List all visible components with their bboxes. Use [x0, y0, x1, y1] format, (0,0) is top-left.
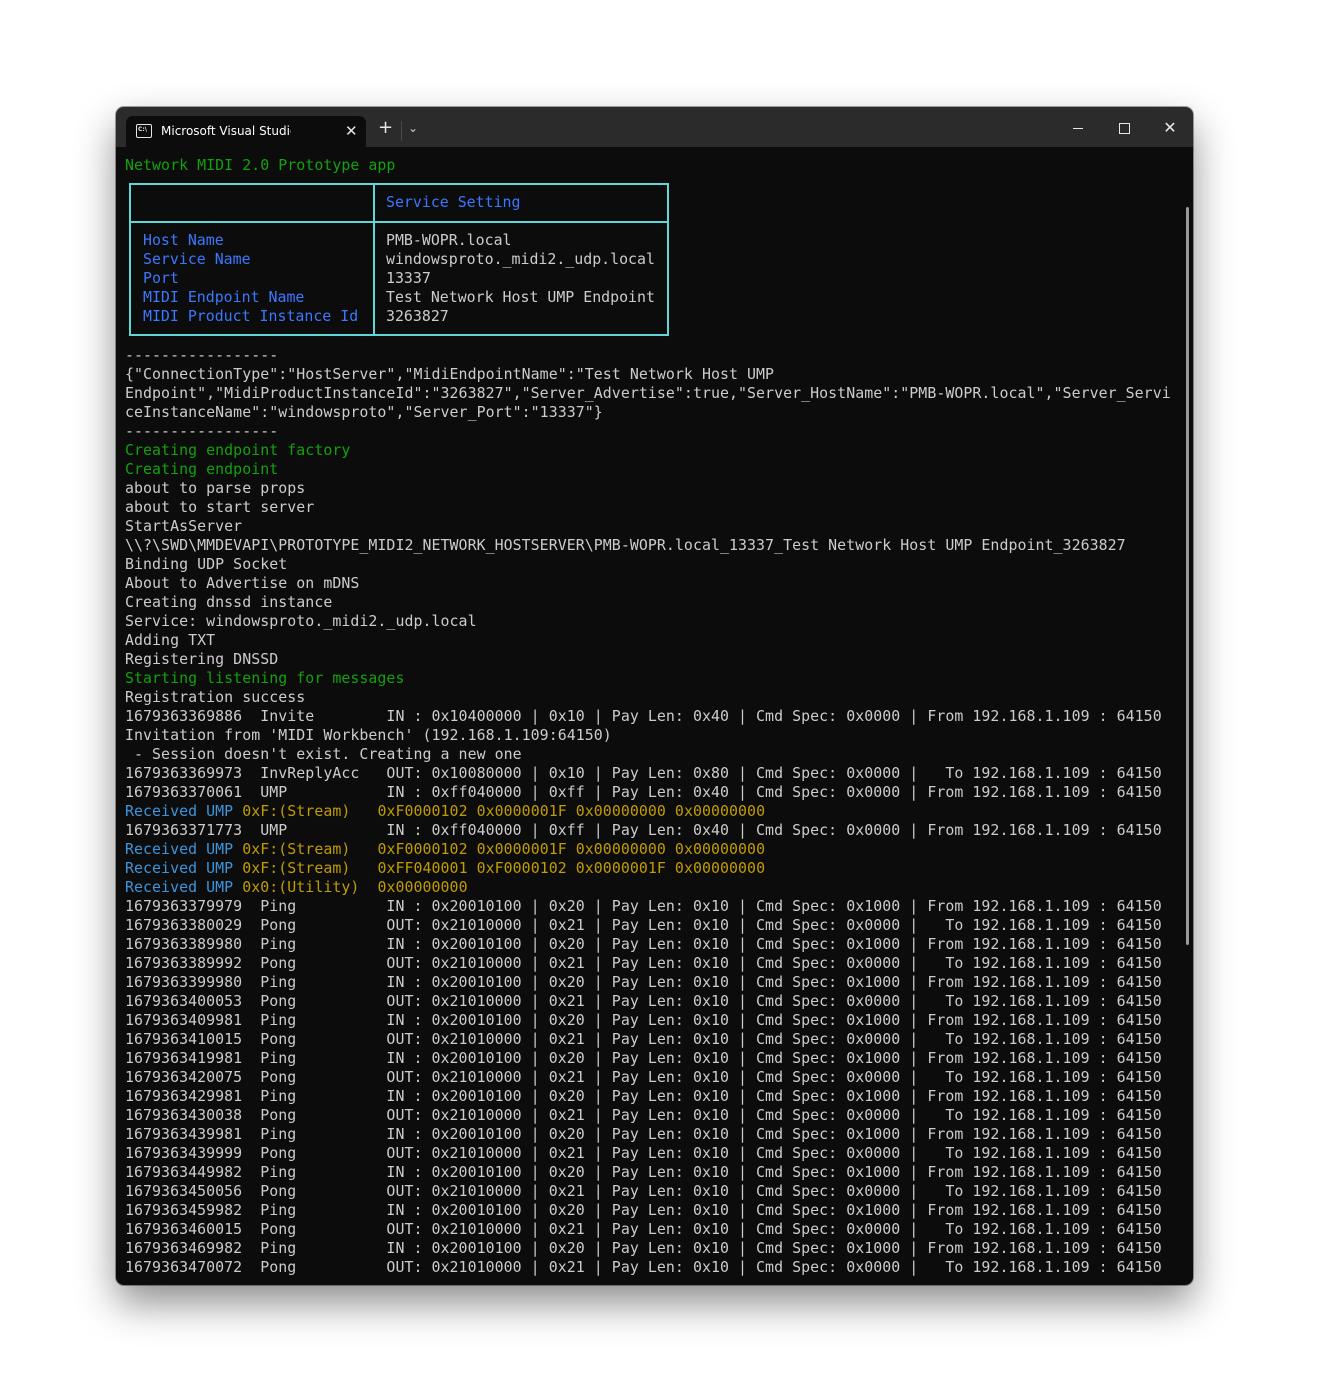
- log-line: \\?\SWD\MMDEVAPI\PROTOTYPE_MIDI2_NETWORK…: [125, 536, 1126, 554]
- log-line: Binding UDP Socket: [125, 555, 288, 573]
- packet-log-line: 1679363380029 Pong OUT: 0x21010000 | 0x2…: [125, 916, 1162, 934]
- setting-value: Test Network Host UMP Endpoint: [386, 288, 655, 306]
- setting-label: Port: [143, 269, 179, 287]
- vertical-scrollbar[interactable]: [1186, 207, 1189, 945]
- log-line: Adding TXT: [125, 631, 216, 649]
- ump-kind: 0xF:(Stream): [242, 840, 351, 858]
- log-line: Creating endpoint: [125, 460, 279, 478]
- ump-words: 0xF0000102 0x0000001F 0x00000000 0x00000…: [377, 802, 766, 820]
- packet-log-line: 1679363449982 Ping IN : 0x20010100 | 0x2…: [125, 1163, 1162, 1181]
- log-line: Registering DNSSD: [125, 650, 279, 668]
- ump-kind: 0xF:(Stream): [242, 802, 351, 820]
- packet-log-line: 1679363371773 UMP IN : 0xff040000 | 0xff…: [125, 821, 1162, 839]
- separator-bottom: -----------------: [125, 422, 279, 440]
- packet-log-line: 1679363420075 Pong OUT: 0x21010000 | 0x2…: [125, 1068, 1162, 1086]
- table-header-divider: [131, 221, 667, 223]
- log-line: StartAsServer: [125, 517, 243, 535]
- settings-table: Service Setting Host Name PMB-WOPR.local S…: [129, 183, 669, 336]
- packet-log-line: 1679363450056 Pong OUT: 0x21010000 | 0x2…: [125, 1182, 1162, 1200]
- tab-title: Microsoft Visual Studio Debug Console: [161, 124, 291, 138]
- json-line: ceInstanceName":"windowsproto","Server_P…: [125, 403, 603, 421]
- ump-padding: [359, 878, 377, 896]
- ump-words: 0xF0000102 0x0000001F 0x00000000 0x00000…: [377, 840, 766, 858]
- received-ump-line: Received UMP 0xF:(Stream) 0xF0000102 0x0…: [125, 802, 765, 821]
- packet-log-line: 1679363469982 Ping IN : 0x20010100 | 0x2…: [125, 1239, 1162, 1257]
- packet-log-line: 1679363379979 Ping IN : 0x20010100 | 0x2…: [125, 897, 1162, 915]
- ump-prefix: Received UMP: [125, 859, 234, 877]
- log-line: about to parse props: [125, 479, 306, 497]
- packet-log-line: 1679363459982 Ping IN : 0x20010100 | 0x2…: [125, 1201, 1162, 1219]
- packet-log-line: 1679363419981 Ping IN : 0x20010100 | 0x2…: [125, 1049, 1162, 1067]
- maximize-icon: [1118, 122, 1130, 134]
- session-log-line: - Session doesn't exist. Creating a new …: [125, 745, 522, 763]
- ump-prefix: Received UMP: [125, 802, 234, 820]
- minimize-icon: [1073, 127, 1083, 129]
- tab-separator: [401, 121, 402, 141]
- table-header-service-setting: Service Setting: [386, 193, 521, 211]
- new-tab-button[interactable]: +: [378, 117, 393, 138]
- json-line: {"ConnectionType":"HostServer","MidiEndp…: [125, 365, 775, 383]
- packet-log-line: 1679363439981 Ping IN : 0x20010100 | 0x2…: [125, 1125, 1162, 1143]
- received-ump-line: Received UMP 0xF:(Stream) 0xF0000102 0x0…: [125, 840, 765, 859]
- packet-log-line: 1679363389992 Pong OUT: 0x21010000 | 0x2…: [125, 954, 1162, 972]
- ump-padding: [350, 802, 377, 820]
- packet-log-line: 1679363369973 InvReplyAcc OUT: 0x1008000…: [125, 764, 1162, 782]
- setting-label: MIDI Product Instance Id: [143, 307, 359, 325]
- setting-label: Service Name: [143, 250, 251, 268]
- received-ump-line: Received UMP 0x0:(Utility) 0x00000000: [125, 878, 468, 897]
- packet-log-line: 1679363430038 Pong OUT: 0x21010000 | 0x2…: [125, 1106, 1162, 1124]
- terminal-window: Microsoft Visual Studio Debug Console ✕ …: [116, 107, 1193, 1285]
- setting-label: MIDI Endpoint Name: [143, 288, 305, 306]
- packet-log-line: 1679363400053 Pong OUT: 0x21010000 | 0x2…: [125, 992, 1162, 1010]
- packet-log-line: 1679363389980 Ping IN : 0x20010100 | 0x2…: [125, 935, 1162, 953]
- setting-value: windowsproto._midi2._udp.local: [386, 250, 655, 268]
- minimize-button[interactable]: [1058, 115, 1098, 141]
- console-output[interactable]: Network MIDI 2.0 Prototype app Service S…: [116, 147, 1193, 1285]
- setting-value: 3263827: [386, 307, 449, 325]
- maximize-button[interactable]: [1104, 115, 1144, 141]
- packet-log-line: 1679363460015 Pong OUT: 0x21010000 | 0x2…: [125, 1220, 1162, 1238]
- separator-top: -----------------: [125, 346, 279, 364]
- ump-padding: [350, 840, 377, 858]
- ump-prefix: Received UMP: [125, 840, 234, 858]
- log-line: Registration success: [125, 688, 306, 706]
- ump-prefix: Received UMP: [125, 878, 234, 896]
- packet-log-line: 1679363410015 Pong OUT: 0x21010000 | 0x2…: [125, 1030, 1162, 1048]
- ump-padding: [350, 859, 377, 877]
- chevron-down-icon[interactable]: ⌄: [408, 121, 418, 135]
- setting-label: Host Name: [143, 231, 224, 249]
- close-tab-icon[interactable]: ✕: [345, 122, 358, 140]
- packet-log-line: 1679363429981 Ping IN : 0x20010100 | 0x2…: [125, 1087, 1162, 1105]
- table-column-divider: [373, 185, 375, 334]
- log-line: about to start server: [125, 498, 315, 516]
- json-line: Endpoint","MidiProductInstanceId":"32638…: [125, 384, 1171, 402]
- log-line: Creating endpoint factory: [125, 441, 351, 459]
- title-bar[interactable]: Microsoft Visual Studio Debug Console ✕ …: [116, 107, 1193, 147]
- close-icon: ✕: [1163, 118, 1177, 137]
- setting-value: 13337: [386, 269, 431, 287]
- packet-log-line: 1679363370061 UMP IN : 0xff040000 | 0xff…: [125, 783, 1162, 801]
- packet-log-line: 1679363369886 Invite IN : 0x10400000 | 0…: [125, 707, 1162, 725]
- console-icon: [136, 124, 152, 138]
- ump-kind: 0xF:(Stream): [242, 859, 351, 877]
- packet-log-line: 1679363409981 Ping IN : 0x20010100 | 0x2…: [125, 1011, 1162, 1029]
- setting-value: PMB-WOPR.local: [386, 231, 512, 249]
- log-line: Creating dnssd instance: [125, 593, 333, 611]
- log-line: About to Advertise on mDNS: [125, 574, 360, 592]
- tab-debug-console[interactable]: Microsoft Visual Studio Debug Console ✕: [126, 116, 366, 147]
- received-ump-line: Received UMP 0xF:(Stream) 0xFF040001 0xF…: [125, 859, 765, 878]
- ump-words: 0xFF040001 0xF0000102 0x0000001F 0x00000…: [377, 859, 766, 877]
- ump-kind: 0x0:(Utility): [242, 878, 360, 896]
- log-line: Starting listening for messages: [125, 669, 405, 687]
- packet-log-line: 1679363399980 Ping IN : 0x20010100 | 0x2…: [125, 973, 1162, 991]
- packet-log-line: 1679363439999 Pong OUT: 0x21010000 | 0x2…: [125, 1144, 1162, 1162]
- packet-log-line: 1679363470072 Pong OUT: 0x21010000 | 0x2…: [125, 1258, 1162, 1276]
- session-log-line: Invitation from 'MIDI Workbench' (192.16…: [125, 726, 612, 744]
- app-header: Network MIDI 2.0 Prototype app: [125, 156, 396, 174]
- ump-words: 0x00000000: [377, 878, 468, 896]
- close-button[interactable]: ✕: [1150, 115, 1190, 141]
- log-line: Service: windowsproto._midi2._udp.local: [125, 612, 477, 630]
